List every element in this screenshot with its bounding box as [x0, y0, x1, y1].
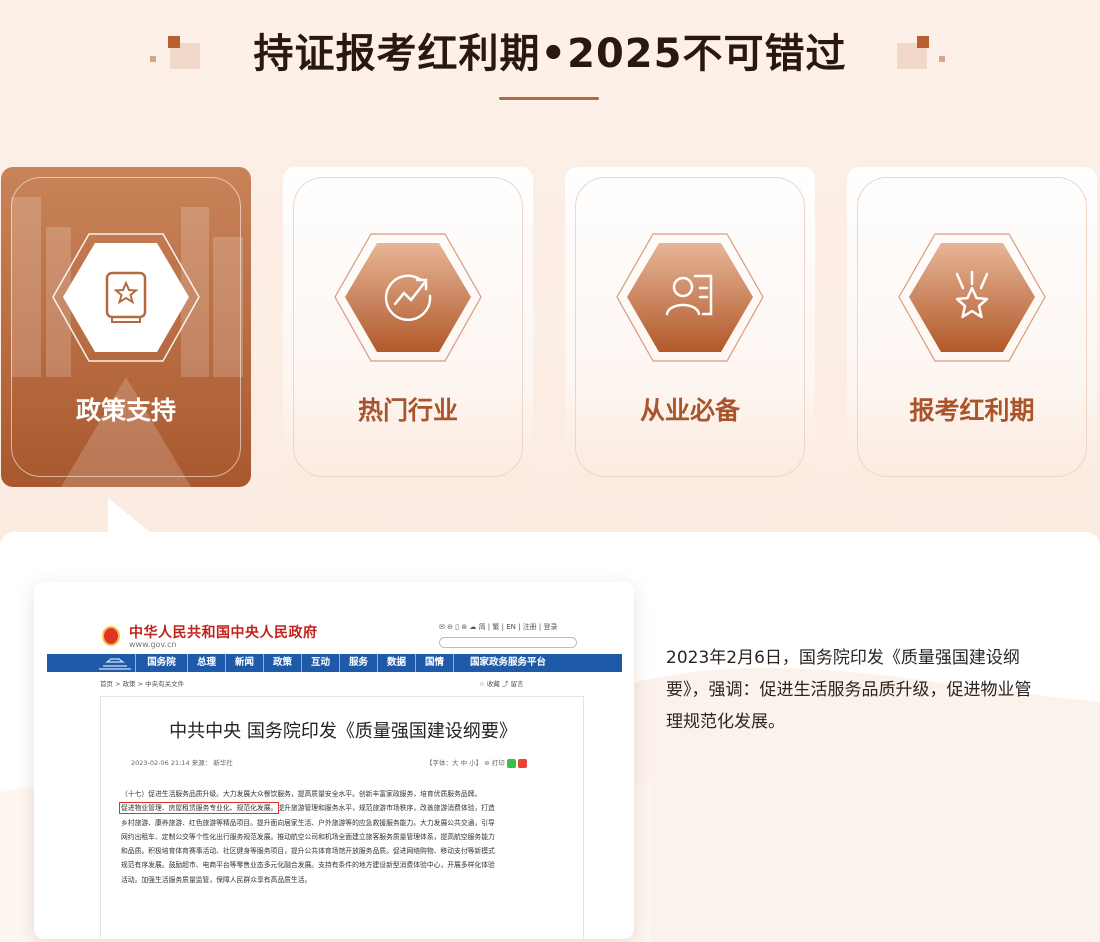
highlighted-text: 促进物业管理、房屋租赁服务专业化、规范化发展。 [118, 802, 280, 815]
gov-nav-item: 互动 [301, 654, 339, 672]
gov-doc-meta-right: 【字体：大 中 小】 ⊜ 打印 [426, 757, 527, 768]
content-panel: 中华人民共和国中央人民政府 www.gov.cn ✉ ⊖ ▯ ⊛ ☁ 简 | 繁… [0, 532, 1100, 942]
gov-nav-item: 新闻 [225, 654, 263, 672]
card-label: 报考红利期 [909, 396, 1035, 425]
page: 持证报考红利期•2025不可错过 政策支持 热门行业 从业必备 报考红利期 中华… [0, 0, 1100, 942]
card-label: 从业必备 [639, 396, 740, 425]
hex-frame [52, 233, 200, 362]
card-policy-support[interactable]: 政策支持 [1, 167, 251, 487]
hex-frame [334, 233, 482, 362]
gov-toolbar: ✉ ⊖ ▯ ⊛ ☁ 简 | 繁 | EN | 注册 | 登录 [439, 623, 558, 631]
gov-search-input [439, 637, 577, 648]
gov-doc-body: （十七）促进生活服务品质升级。大力发展大众餐饮服务，提高质量安全水平。创新丰富家… [118, 790, 495, 884]
card-exam-bonus-period[interactable]: 报考红利期 [847, 167, 1097, 487]
card-label: 政策支持 [75, 396, 176, 425]
decoration-right [895, 34, 955, 74]
gov-nav-item: 数据 [377, 654, 415, 672]
active-card-pointer [108, 498, 152, 534]
wechat-icon [506, 758, 516, 768]
gov-nav-item: 国情 [415, 654, 453, 672]
gov-breadcrumb: 首页 > 政策 > 中央有关文件 [100, 680, 185, 688]
hex-frame [616, 233, 764, 362]
weibo-icon [517, 758, 527, 768]
gov-nav-item: 政策 [263, 654, 301, 672]
gov-doc-meta: 2023-02-06 21:14 来源： 新华社 [131, 759, 233, 767]
gov-nav-item: 总理 [187, 654, 225, 672]
policy-document-screenshot: 中华人民共和国中央人民政府 www.gov.cn ✉ ⊖ ▯ ⊛ ☁ 简 | 繁… [34, 582, 634, 939]
gov-nav-item: 服务 [339, 654, 377, 672]
card-label: 热门行业 [357, 396, 458, 425]
tiananmen-icon [47, 654, 135, 672]
card-career-essential[interactable]: 从业必备 [565, 167, 815, 487]
hex-frame [898, 233, 1046, 362]
national-emblem-icon [102, 626, 120, 646]
gov-nav-bar: 国务院 总理 新闻 政策 互动 服务 数据 国情 国家政务服务平台 [47, 654, 622, 672]
gov-nav-item: 国务院 [135, 654, 187, 672]
gov-site-url: www.gov.cn [129, 640, 177, 649]
title-underline [499, 97, 599, 100]
gov-document: 中共中央 国务院印发《质量强国建设纲要》 2023-02-06 21:14 来源… [100, 696, 584, 939]
gov-breadcrumb-tools: ☆ 收藏 ⤴ 留言 [479, 680, 524, 688]
gov-doc-title: 中共中央 国务院印发《质量强国建设纲要》 [169, 721, 517, 742]
card-hot-industry[interactable]: 热门行业 [283, 167, 533, 487]
gov-nav-item: 国家政务服务平台 [453, 654, 562, 672]
gov-site-name: 中华人民共和国中央人民政府 [129, 625, 318, 641]
policy-description: 2023年2月6日，国务院印发《质量强国建设纲要》，强调：促进生活服务品质升级，… [666, 648, 1032, 732]
